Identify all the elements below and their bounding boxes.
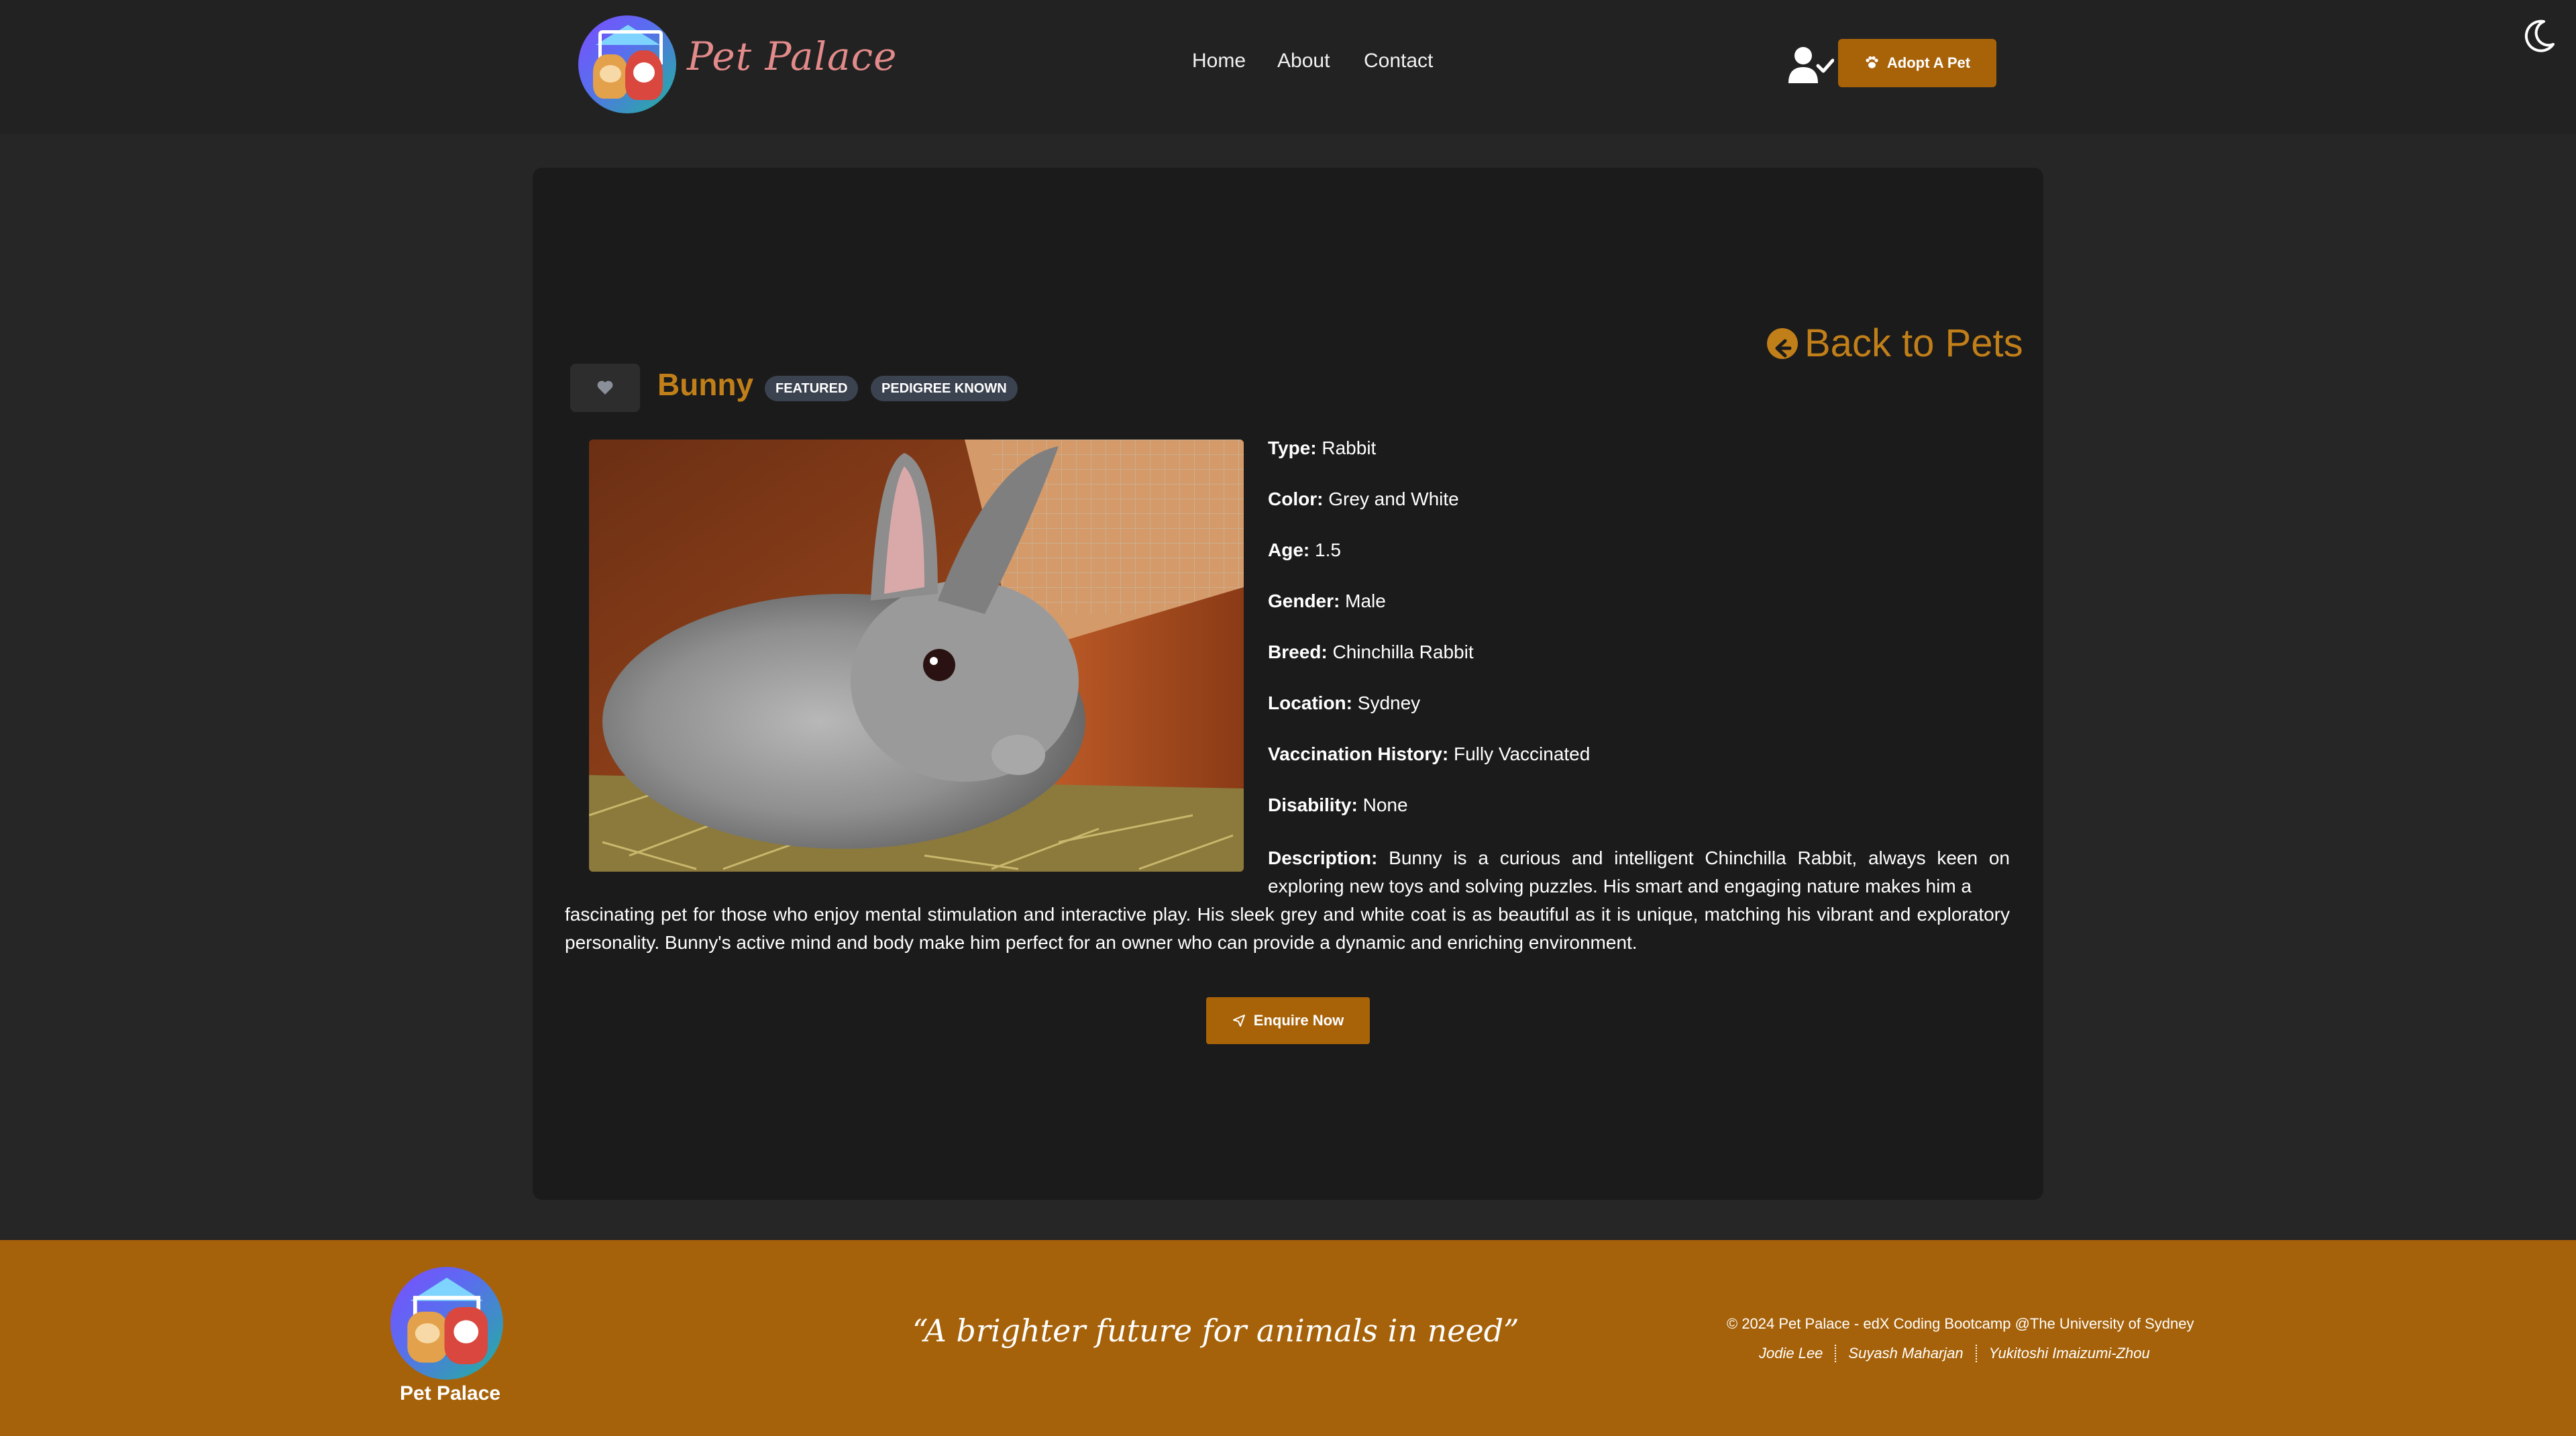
adopt-a-pet-button[interactable]: Adopt A Pet <box>1838 39 1996 87</box>
footer-authors: Jodie Lee Suyash Maharjan Yukitoshi Imai… <box>1747 1345 2162 1362</box>
author-name: Suyash Maharjan <box>1835 1345 1975 1362</box>
footer-slogan: “A brighter future for animals in need” <box>912 1313 1519 1349</box>
pet-description-rest: fascinating pet for those who enjoy ment… <box>565 904 2010 953</box>
badge-featured: FEATURED <box>765 376 859 401</box>
favourite-button[interactable] <box>570 364 640 412</box>
nav-home[interactable]: Home <box>1192 50 1246 72</box>
logo-image[interactable] <box>578 15 676 113</box>
pet-name: Bunny <box>657 367 754 402</box>
back-to-pets-label: Back to Pets <box>1805 321 2023 365</box>
enquire-now-button[interactable]: Enquire Now <box>1206 997 1370 1044</box>
author-name: Jodie Lee <box>1759 1345 1823 1362</box>
detail-breed: Breed: Chinchilla Rabbit <box>1268 642 1474 662</box>
moon-icon[interactable] <box>2520 17 2557 55</box>
back-to-pets-link[interactable]: Back to Pets <box>1767 321 2023 366</box>
brand-name[interactable]: Pet Palace <box>687 34 897 79</box>
description-label: Description: <box>1268 848 1378 868</box>
heart-icon <box>597 380 613 395</box>
pet-photo <box>589 440 1244 872</box>
user-check-icon[interactable] <box>1787 46 1834 86</box>
detail-type: Type: Rabbit <box>1268 438 1377 458</box>
adopt-a-pet-label: Adopt A Pet <box>1886 54 1971 71</box>
detail-location: Location: Sydney <box>1268 693 1421 713</box>
detail-gender: Gender: Male <box>1268 591 1386 611</box>
pet-description-start: Description: Bunny is a curious and inte… <box>1268 844 2010 901</box>
detail-age: Age: 1.5 <box>1268 540 1341 560</box>
detail-color: Color: Grey and White <box>1268 489 1459 509</box>
detail-vaccination-history: Vaccination History: Fully Vaccinated <box>1268 743 1591 764</box>
nav-contact[interactable]: Contact <box>1364 50 1433 72</box>
badge-pedigree-known: PEDIGREE KNOWN <box>871 376 1018 401</box>
footer-copyright: © 2024 Pet Palace - edX Coding Bootcamp … <box>1727 1315 2194 1332</box>
send-icon <box>1232 1015 1245 1027</box>
detail-disability: Disability: None <box>1268 794 1408 815</box>
paw-icon <box>1866 56 1878 68</box>
description-text-1: Bunny is a curious and intelligent Chinc… <box>1268 848 2010 896</box>
nav-about[interactable]: About <box>1277 50 1330 72</box>
enquire-now-label: Enquire Now <box>1253 1012 1344 1029</box>
footer-brand-name: Pet Palace <box>400 1382 501 1404</box>
author-name: Yukitoshi Imaizumi-Zhou <box>1975 1345 2162 1362</box>
arrow-left-circle-icon <box>1767 327 1798 359</box>
footer-logo-image[interactable] <box>390 1267 503 1380</box>
